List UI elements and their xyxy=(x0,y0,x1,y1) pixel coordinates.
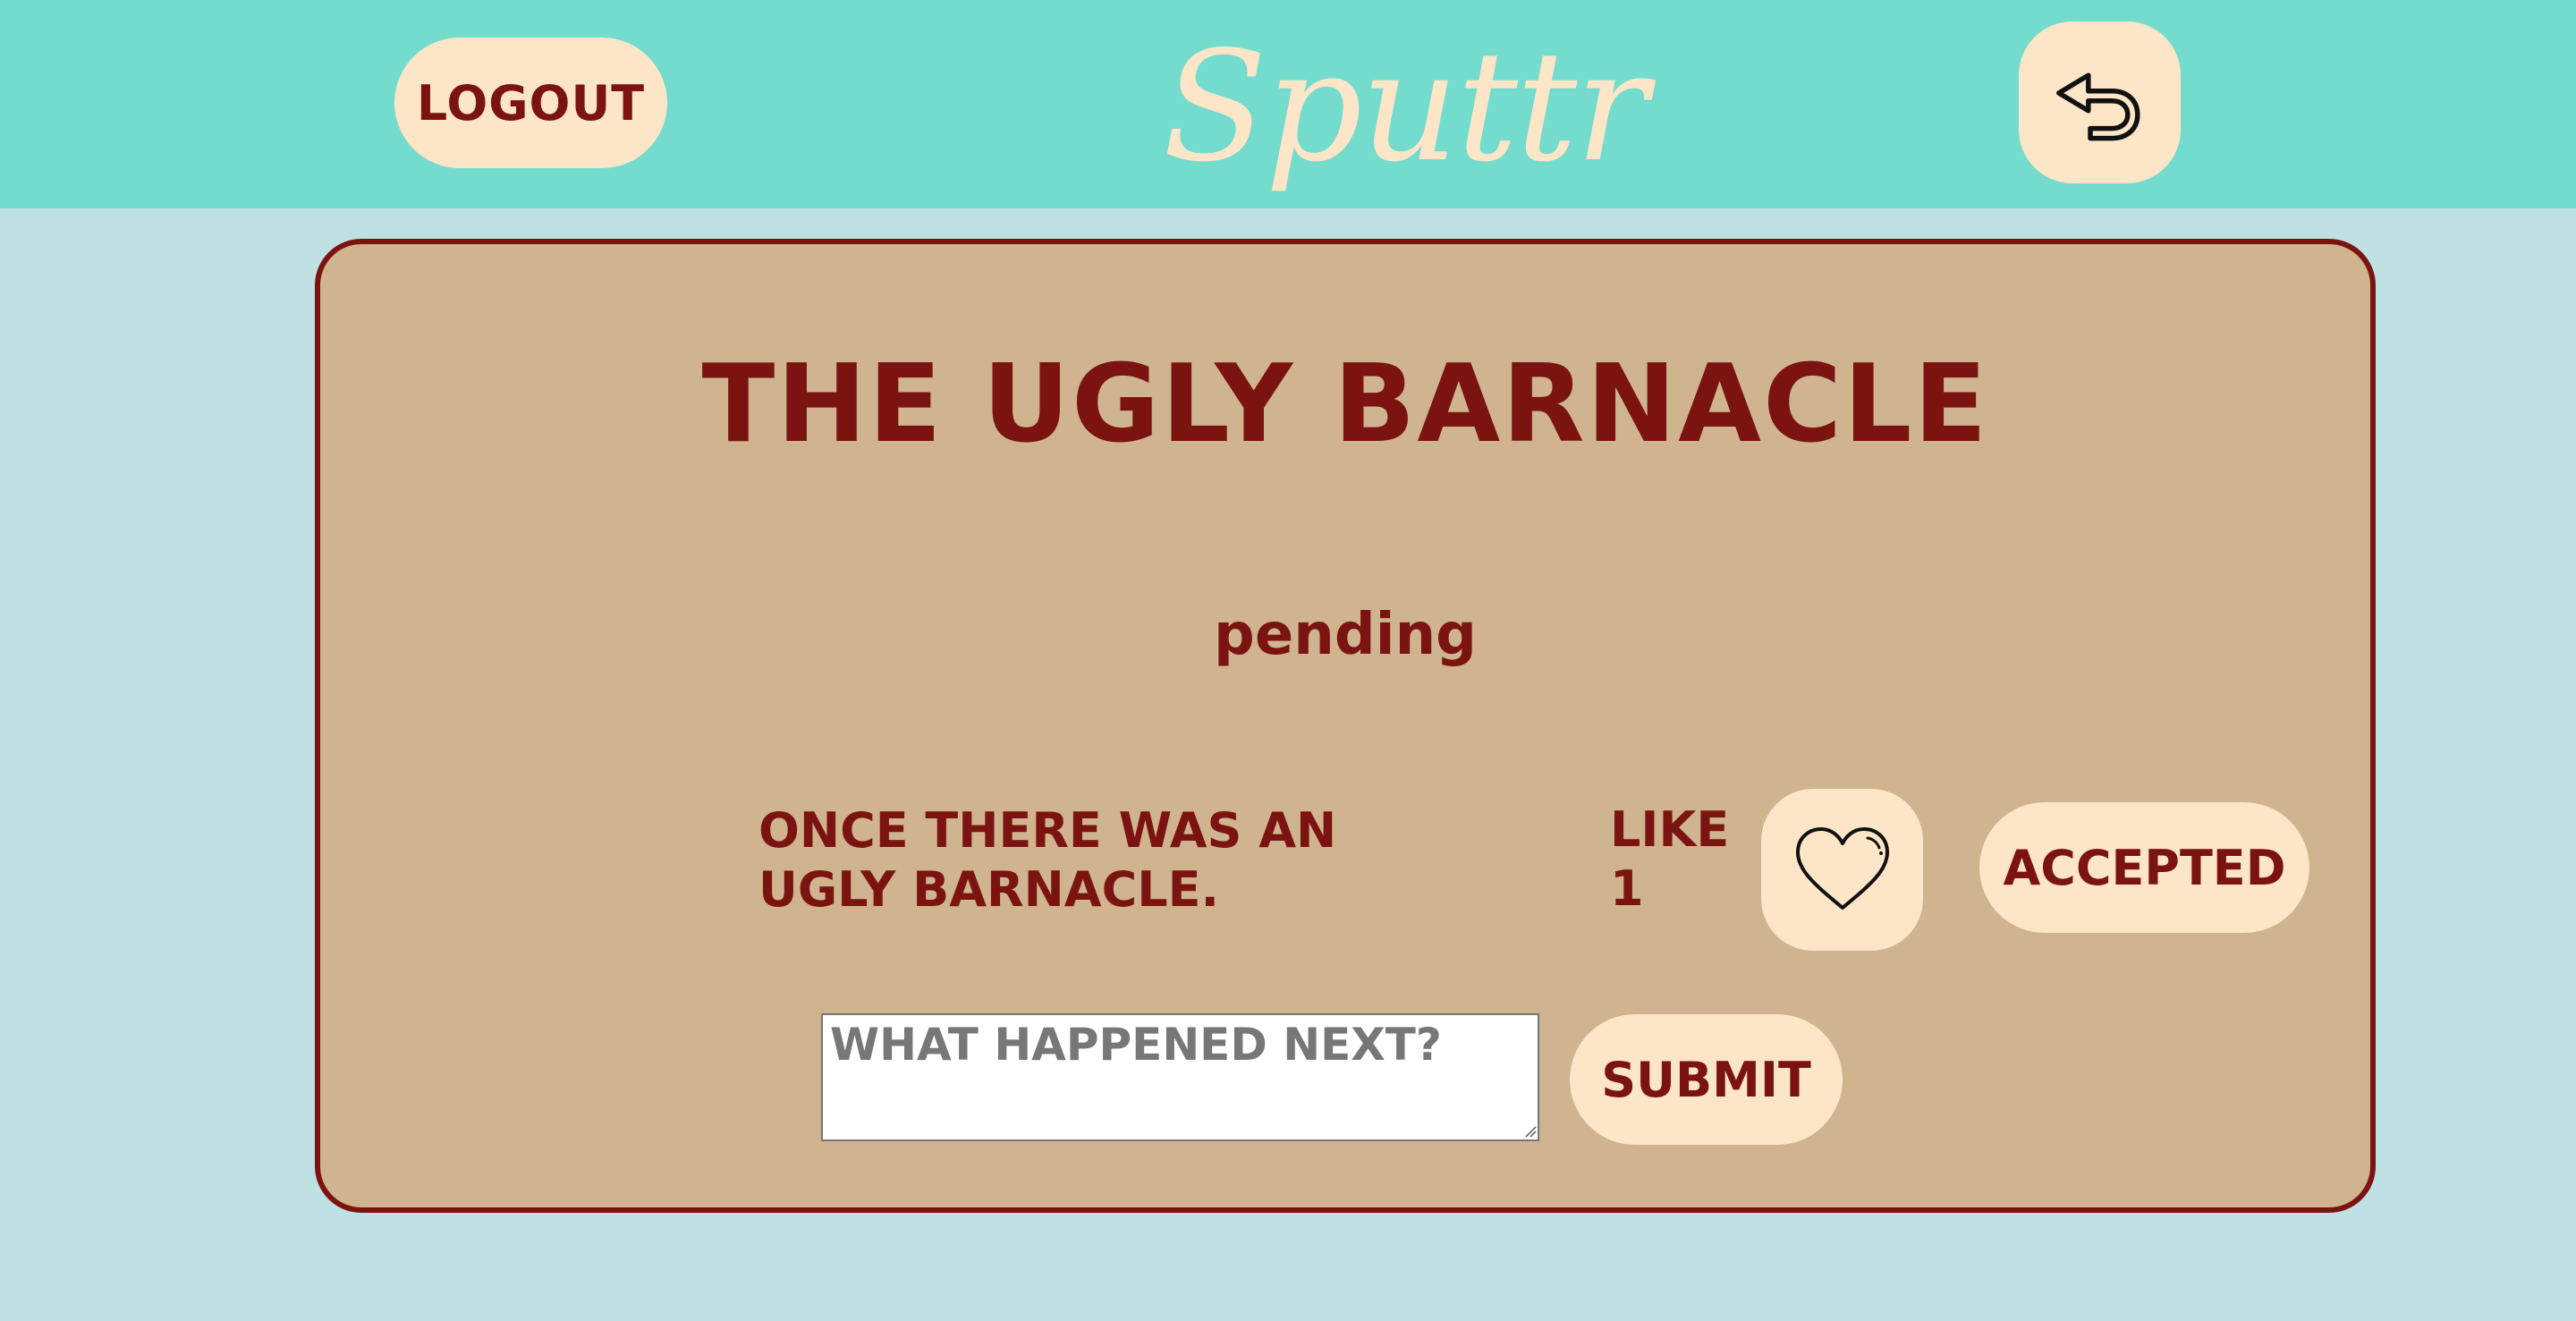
like-label: LIKE xyxy=(1610,801,1730,858)
story-title: THE UGLY BARNACLE xyxy=(701,343,1989,467)
story-card: THE UGLY BARNACLE pending ONCE THERE WAS… xyxy=(315,239,2376,1213)
story-status: pending xyxy=(1214,602,1477,668)
submit-button[interactable]: SUBMIT xyxy=(1570,1014,1843,1145)
like-counter: LIKE 1 xyxy=(1610,800,1744,919)
logout-button[interactable]: LOGOUT xyxy=(394,38,667,168)
top-header: LOGOUT Sputtr xyxy=(0,0,2576,208)
next-line-input[interactable] xyxy=(821,1013,1539,1141)
back-button[interactable] xyxy=(2019,21,2181,183)
undo-arrow-icon xyxy=(2055,72,2140,140)
accepted-button[interactable]: ACCEPTED xyxy=(1979,802,2309,933)
like-count: 1 xyxy=(1610,860,1644,917)
story-text: ONCE THERE WAS AN UGLY BARNACLE. xyxy=(758,802,1337,918)
heart-icon xyxy=(1795,826,1889,910)
brand-logo: Sputtr xyxy=(1163,19,1648,196)
like-button[interactable] xyxy=(1761,789,1923,951)
